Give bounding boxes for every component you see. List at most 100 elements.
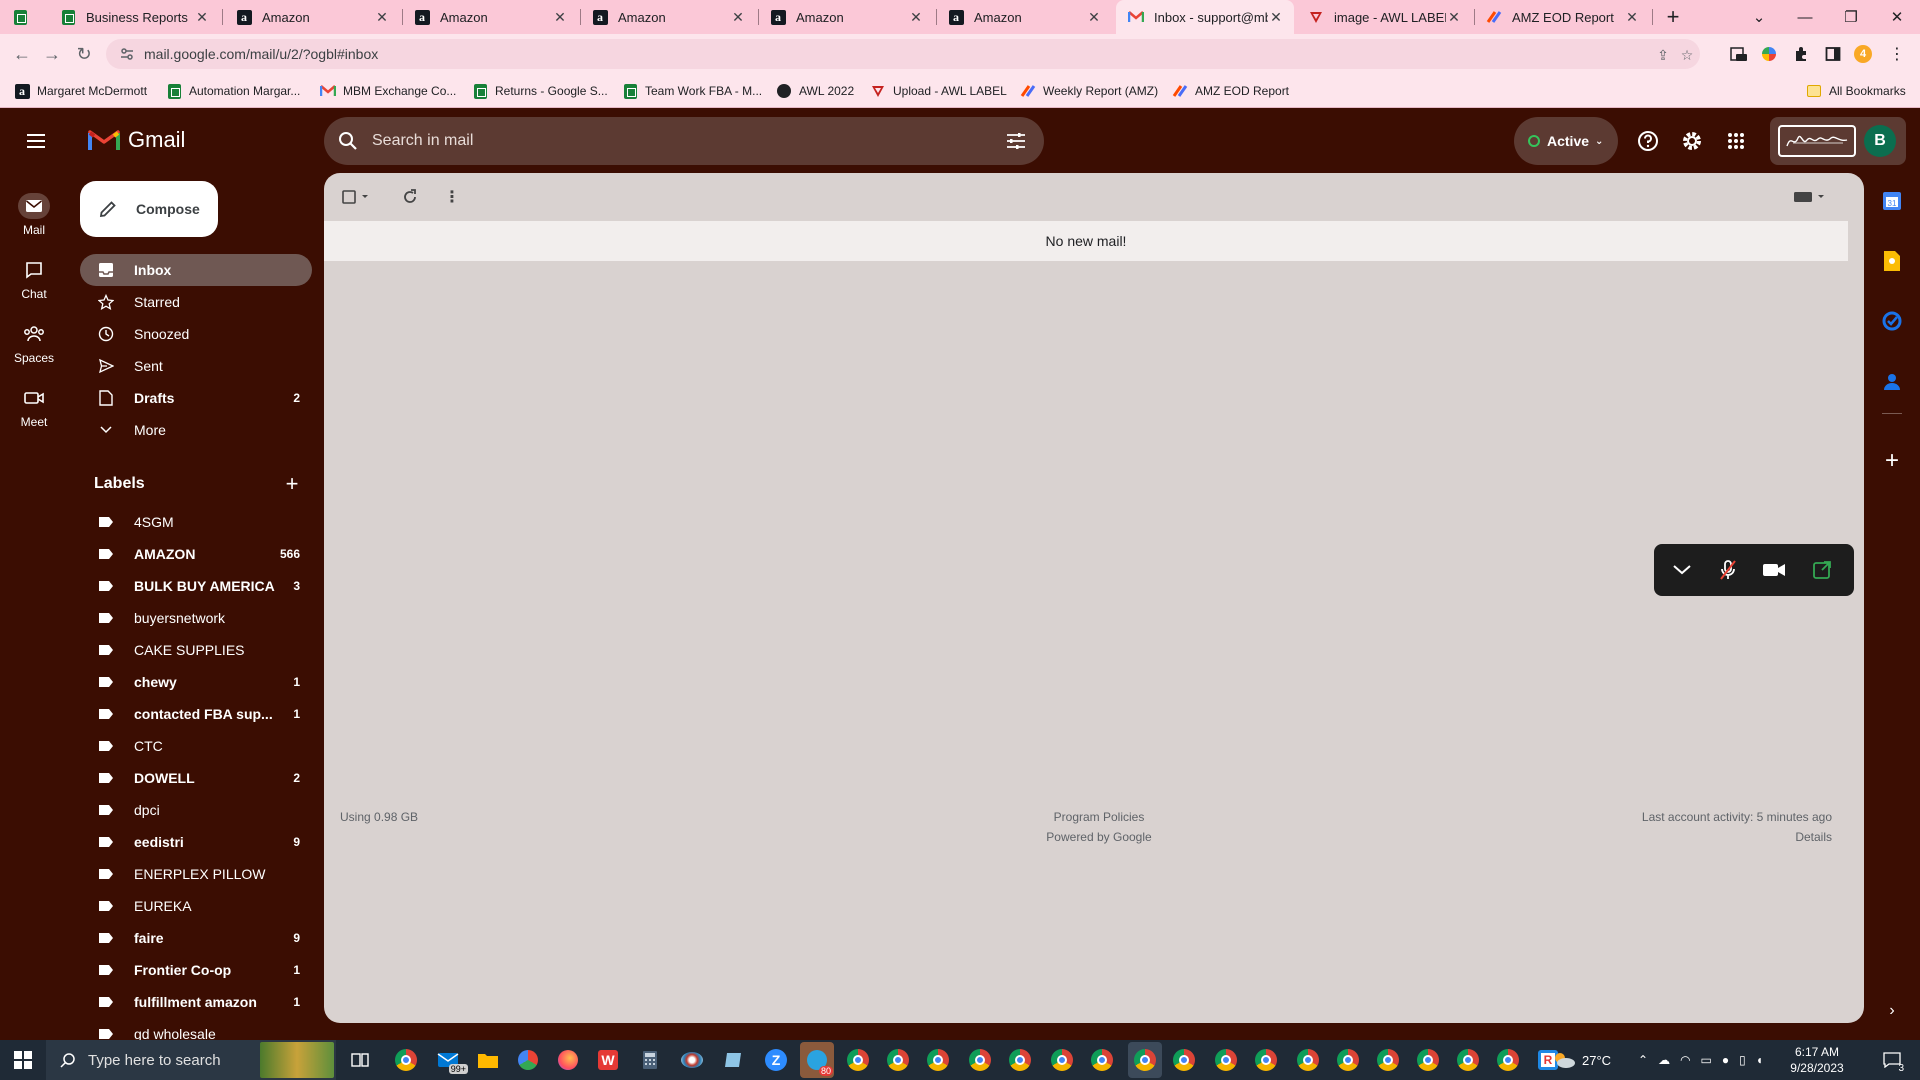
bookmark-item[interactable]: Upload - AWL LABEL	[870, 82, 1007, 100]
google-apps-icon[interactable]	[1722, 127, 1750, 155]
settings-gear-icon[interactable]	[1678, 127, 1706, 155]
chrome-profile-icon[interactable]	[1088, 1046, 1116, 1074]
search-input[interactable]: Search in mail	[372, 132, 1004, 150]
close-icon[interactable]: ✕	[552, 9, 568, 25]
chevron-up-icon[interactable]: ⌃	[1638, 1053, 1648, 1067]
site-info-icon[interactable]	[120, 47, 134, 61]
taskbar-clock[interactable]: 6:17 AM 9/28/2023	[1772, 1044, 1862, 1076]
address-bar[interactable]: mail.google.com/mail/u/2/?ogbl#inbox ⇪ ☆	[106, 39, 1700, 69]
label-item[interactable]: AMAZON 566	[80, 538, 312, 570]
browser-tab[interactable]: a Amazon ✕	[224, 0, 400, 34]
reload-button[interactable]: ↻	[70, 40, 98, 68]
close-window-button[interactable]: ✕	[1874, 0, 1920, 34]
microphone-icon[interactable]: ●	[1722, 1053, 1729, 1067]
file-explorer-icon[interactable]	[474, 1046, 502, 1074]
chrome-profile-icon[interactable]	[1212, 1046, 1240, 1074]
rail-item-mail[interactable]: Mail	[0, 193, 68, 237]
calculator-icon[interactable]	[636, 1046, 664, 1074]
chrome-profile-icon[interactable]	[1294, 1046, 1322, 1074]
help-icon[interactable]	[1634, 127, 1662, 155]
close-icon[interactable]: ✕	[374, 9, 390, 25]
task-view-icon[interactable]	[346, 1046, 374, 1074]
close-icon[interactable]: ✕	[1268, 9, 1284, 25]
rail-item-spaces[interactable]: Spaces	[0, 321, 68, 365]
display-icon[interactable]: ▭	[1701, 1053, 1712, 1067]
browser-tab[interactable]: a Amazon ✕	[580, 0, 756, 34]
browser-tab-active[interactable]: Inbox - support@mb ✕	[1116, 0, 1294, 34]
zoom-app-icon[interactable]: Z	[762, 1046, 790, 1074]
tab-search-icon[interactable]	[14, 0, 28, 34]
account-switcher[interactable]: B	[1770, 117, 1906, 165]
bookmark-item[interactable]: Automation Margar...	[166, 82, 300, 100]
label-item[interactable]: fulfillment amazon 1	[80, 986, 312, 1018]
chrome-profile-icon[interactable]	[1334, 1046, 1362, 1074]
browser-tab[interactable]: a Amazon ✕	[936, 0, 1112, 34]
browser-tab[interactable]: AMZ EOD Report ✕	[1474, 0, 1650, 34]
close-icon[interactable]: ✕	[194, 9, 210, 25]
create-label-button[interactable]: +	[280, 471, 304, 496]
chrome-profile-icon[interactable]	[1006, 1046, 1034, 1074]
refresh-icon[interactable]	[398, 185, 422, 209]
bookmark-item[interactable]: AWL 2022	[776, 82, 854, 100]
nav-item-inbox[interactable]: Inbox	[80, 254, 312, 286]
nav-item-drafts[interactable]: Drafts 2	[80, 382, 312, 414]
close-icon[interactable]: ✕	[1624, 9, 1640, 25]
minimize-button[interactable]: —	[1782, 0, 1828, 34]
nav-item-starred[interactable]: Starred	[80, 286, 312, 318]
collapse-chevron-icon[interactable]	[1670, 558, 1694, 582]
firefox-icon[interactable]	[554, 1046, 582, 1074]
label-item[interactable]: chewy 1	[80, 666, 312, 698]
telegram-app-icon[interactable]: 80	[800, 1042, 834, 1078]
search-options-icon[interactable]	[1004, 129, 1028, 153]
chrome-profile-icon[interactable]	[1454, 1046, 1482, 1074]
browser-tab[interactable]: a Amazon ✕	[402, 0, 578, 34]
chrome-profile-icon[interactable]	[884, 1046, 912, 1074]
chrome-profile-icon[interactable]	[924, 1046, 952, 1074]
bookmark-star-icon[interactable]: ☆	[1678, 46, 1696, 64]
label-item[interactable]: gd wholesale	[80, 1018, 312, 1040]
close-icon[interactable]: ✕	[1446, 9, 1462, 25]
close-icon[interactable]: ✕	[908, 9, 924, 25]
nav-item-more[interactable]: More	[80, 414, 312, 446]
weather-widget[interactable]: 27°C	[1552, 1040, 1611, 1080]
browser-menu-icon[interactable]: ⋮	[1888, 45, 1906, 63]
label-item[interactable]: 4SGM	[80, 506, 312, 538]
tab-search-button[interactable]: ⌄	[1736, 0, 1782, 34]
browser-tab[interactable]: a Amazon ✕	[758, 0, 934, 34]
gmail-logo[interactable]: Gmail	[88, 127, 185, 153]
label-item[interactable]: eedistri 9	[80, 826, 312, 858]
status-dropdown[interactable]: Active ⌄	[1514, 117, 1618, 165]
more-options-icon[interactable]: ⋮	[440, 185, 464, 209]
search-bar[interactable]: Search in mail	[324, 117, 1044, 165]
keep-icon[interactable]	[1880, 249, 1904, 273]
contacts-icon[interactable]	[1880, 369, 1904, 393]
rail-item-chat[interactable]: Chat	[0, 257, 68, 301]
label-item[interactable]: CTC	[80, 730, 312, 762]
chrome-profile-icon[interactable]	[1252, 1046, 1280, 1074]
chrome-app-icon[interactable]	[392, 1046, 420, 1074]
bookmark-item[interactable]: MBM Exchange Co...	[320, 82, 456, 100]
rail-item-meet[interactable]: Meet	[0, 385, 68, 429]
show-side-panel-icon[interactable]: ›	[1880, 999, 1904, 1023]
label-item[interactable]: CAKE SUPPLIES	[80, 634, 312, 666]
tasks-icon[interactable]	[1880, 309, 1904, 333]
label-item[interactable]: DOWELL 2	[80, 762, 312, 794]
maximize-button[interactable]: ❐	[1828, 0, 1874, 34]
notification-center-icon[interactable]: 3	[1872, 1040, 1912, 1080]
volume-icon[interactable]: ◖	[1756, 1053, 1763, 1067]
bookmark-item[interactable]: Weekly Report (AMZ)	[1020, 82, 1158, 100]
label-item[interactable]: contacted FBA sup... 1	[80, 698, 312, 730]
network-icon[interactable]: ◠	[1680, 1053, 1690, 1067]
photos-app-icon[interactable]	[514, 1046, 542, 1074]
browser-tab[interactable]: Business Reports ✕	[48, 0, 220, 34]
extensions-puzzle-icon[interactable]	[1792, 45, 1810, 63]
mail-app-icon[interactable]: 99+	[434, 1046, 468, 1074]
program-policies-link[interactable]: Program Policies	[994, 807, 1204, 827]
main-menu-button[interactable]	[22, 127, 50, 155]
chrome-profile-icon[interactable]	[1048, 1046, 1076, 1074]
chrome-profile-icon[interactable]	[844, 1046, 872, 1074]
chrome-profile-icon[interactable]	[1170, 1046, 1198, 1074]
camera-icon[interactable]	[1762, 558, 1786, 582]
label-item[interactable]: EUREKA	[80, 890, 312, 922]
browser-tab[interactable]: image - AWL LABEL ✕	[1296, 0, 1472, 34]
